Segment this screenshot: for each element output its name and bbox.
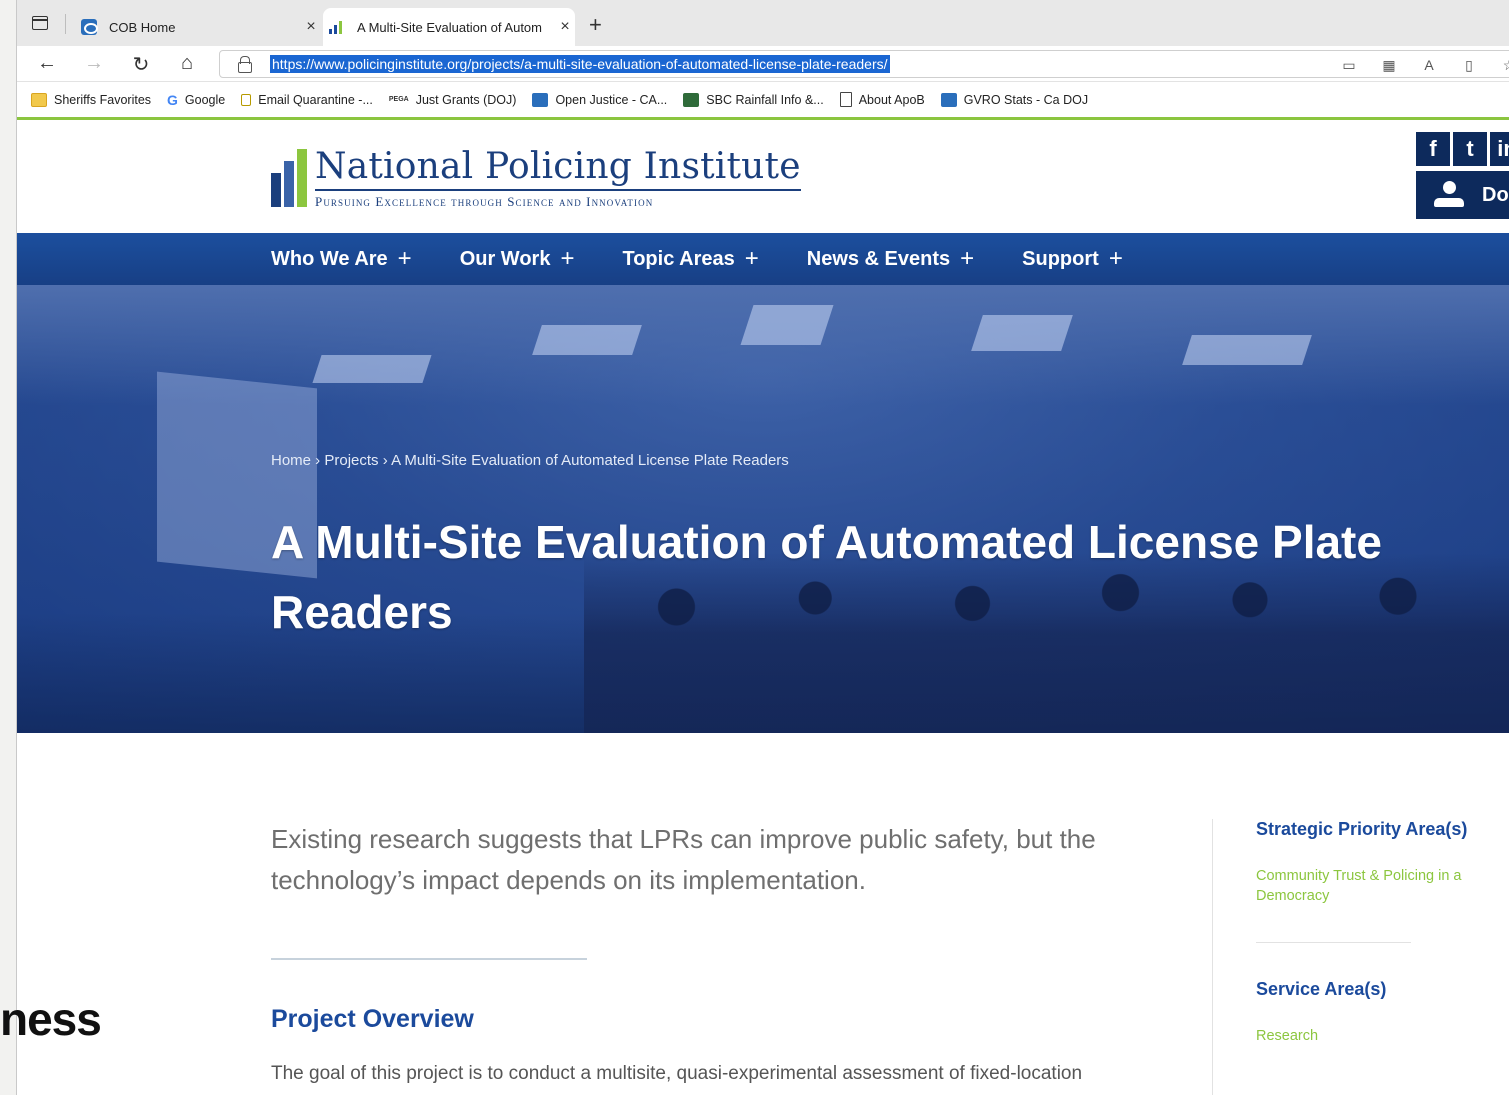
bookmark-open-justice[interactable]: Open Justice - CA... <box>532 92 667 107</box>
plus-icon: + <box>1108 245 1123 272</box>
overview-text: The goal of this project is to conduct a… <box>271 1063 1083 1084</box>
ceiling-light <box>1182 335 1312 365</box>
bookmark-just-grants[interactable]: PEGA Just Grants (DOJ) <box>389 93 517 107</box>
strategic-priority-heading: Strategic Priority Area(s) <box>1256 819 1468 839</box>
ceiling-light <box>532 325 642 355</box>
bookmark-gvro-stats[interactable]: GVRO Stats - Ca DOJ <box>940 92 1088 107</box>
npi-favicon-icon <box>329 20 345 34</box>
plus-icon: + <box>744 245 759 272</box>
social-links: f t in <box>1416 132 1509 166</box>
hero-banner: Home › Projects › A Multi-Site Evaluatio… <box>17 285 1509 733</box>
tab-actions-icon[interactable] <box>32 16 48 30</box>
donate-button[interactable]: Don <box>1416 171 1509 219</box>
plus-icon: + <box>560 245 575 272</box>
bookmarks-bar: Sheriffs Favorites G Google Email Quarant… <box>17 82 1509 120</box>
cob-favicon-icon <box>81 19 98 35</box>
close-icon[interactable]: × <box>301 18 321 36</box>
bookmark-sbc-rainfall[interactable]: SBC Rainfall Info &... <box>683 92 824 107</box>
open-justice-icon <box>532 92 549 107</box>
tab-title: A Multi-Site Evaluation of Autom <box>357 19 542 35</box>
ceiling-light <box>312 355 432 383</box>
browser-window: COB Home × A Multi-Site Evaluation of Au… <box>17 0 1509 1095</box>
ceiling-light <box>971 315 1073 351</box>
linkedin-icon[interactable]: in <box>1490 132 1509 166</box>
lock-icon <box>241 93 252 106</box>
home-button[interactable]: ⌂ <box>175 52 199 75</box>
web-page: National Policing Institute Pursuing Exc… <box>17 120 1509 1095</box>
breadcrumb-home[interactable]: Home <box>271 452 311 469</box>
logo-tagline: Pursuing Excellence through Science and … <box>315 194 654 209</box>
address-bar-icons: ▭ ▦ A ▯ ☆ <box>1340 57 1509 74</box>
url-text[interactable]: https://www.policinginstitute.org/projec… <box>270 55 890 73</box>
nav-topic-areas[interactable]: Topic Areas + <box>622 247 758 271</box>
reload-button[interactable]: ↻ <box>129 52 153 77</box>
background-window-text: ness <box>0 993 102 1045</box>
tab-cob-home[interactable]: COB Home × <box>75 8 321 46</box>
strategic-priority-link[interactable]: Community Trust & Policing in a Democrac… <box>1256 866 1486 906</box>
address-bar-row: ← → ↻ ⌂ https://www.policinginstitute.or… <box>17 46 1509 82</box>
main-content: Existing research suggests that LPRs can… <box>17 733 1509 1095</box>
folder-icon <box>31 92 47 107</box>
project-overview-heading: Project Overview <box>271 1005 474 1033</box>
reader-view-icon[interactable]: ▯ <box>1460 57 1478 74</box>
twitter-icon[interactable]: t <box>1453 132 1487 166</box>
section-divider <box>271 958 587 960</box>
sidebar-divider <box>1256 942 1411 943</box>
bookmark-about-apob[interactable]: About ApoB <box>839 92 925 107</box>
qr-code-icon[interactable]: ▦ <box>1380 57 1398 74</box>
tab-active-npi[interactable]: A Multi-Site Evaluation of Autom × <box>323 8 575 46</box>
page-icon <box>839 92 852 107</box>
logo-name: National Policing Institute <box>315 146 801 187</box>
breadcrumb-current: A Multi-Site Evaluation of Automated Lic… <box>391 452 789 469</box>
nav-news-events[interactable]: News & Events + <box>807 247 974 271</box>
donate-hand-icon <box>1434 181 1464 209</box>
new-tab-button[interactable]: + <box>589 12 602 38</box>
donate-label: Don <box>1482 183 1509 206</box>
bookmark-sheriffs-favorites[interactable]: Sheriffs Favorites <box>31 92 151 107</box>
forward-button[interactable]: → <box>82 52 106 75</box>
site-logo[interactable]: National Policing Institute Pursuing Exc… <box>271 147 801 210</box>
open-justice-icon <box>940 92 957 107</box>
bookmark-google[interactable]: G Google <box>167 92 225 108</box>
breadcrumb-projects[interactable]: Projects <box>324 452 378 469</box>
read-aloud-icon[interactable]: A <box>1420 57 1438 74</box>
nav-support[interactable]: Support + <box>1022 247 1123 271</box>
logo-rule <box>315 189 801 191</box>
back-button[interactable]: ← <box>35 52 59 75</box>
nav-who-we-are[interactable]: Who We Are + <box>271 247 412 271</box>
lead-paragraph: Existing research suggests that LPRs can… <box>271 824 1096 895</box>
plus-icon: + <box>960 245 975 272</box>
tab-separator <box>65 14 66 34</box>
tab-title: COB Home <box>109 19 176 35</box>
service-area-heading: Service Area(s) <box>1256 979 1387 999</box>
lock-icon[interactable] <box>238 56 252 73</box>
service-area-link[interactable]: Research <box>1256 1026 1486 1046</box>
pega-icon: PEGA <box>388 96 409 103</box>
site-header: National Policing Institute Pursuing Exc… <box>17 120 1509 233</box>
facebook-icon[interactable]: f <box>1416 132 1450 166</box>
url-input[interactable]: https://www.policinginstitute.org/projec… <box>219 50 1509 78</box>
breadcrumb: Home › Projects › A Multi-Site Evaluatio… <box>271 452 789 469</box>
plus-icon: + <box>397 245 412 272</box>
sbc-icon <box>683 92 700 107</box>
logo-bars-icon <box>271 149 307 207</box>
google-icon: G <box>167 91 178 108</box>
sidebar: Strategic Priority Area(s) Community Tru… <box>1212 819 1509 1095</box>
nav-our-work[interactable]: Our Work + <box>460 247 575 271</box>
app-available-icon[interactable]: ▭ <box>1340 57 1358 74</box>
tab-bar: COB Home × A Multi-Site Evaluation of Au… <box>17 0 1509 46</box>
favorite-star-icon[interactable]: ☆ <box>1500 57 1509 74</box>
page-title: A Multi-Site Evaluation of Automated Lic… <box>271 516 1382 638</box>
close-icon[interactable]: × <box>555 18 575 36</box>
desktop-strip <box>0 0 17 1095</box>
bookmark-email-quarantine[interactable]: Email Quarantine -... <box>241 93 373 107</box>
main-navigation: Who We Are + Our Work + Topic Areas + News … <box>17 233 1509 285</box>
ceiling-light <box>740 305 834 345</box>
